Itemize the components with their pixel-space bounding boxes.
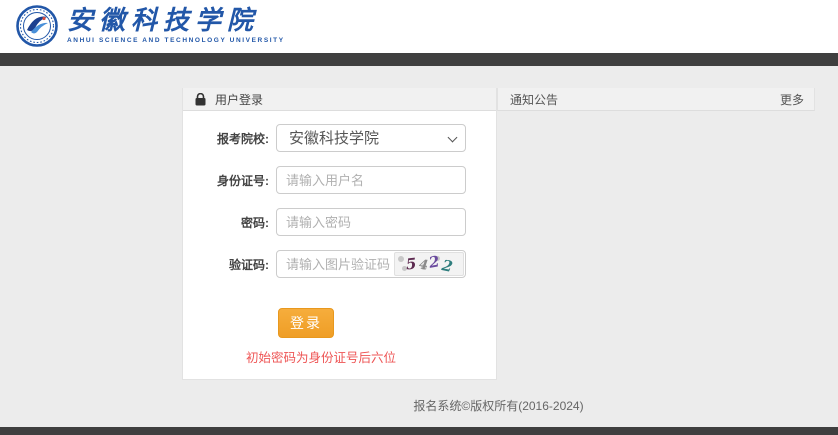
captcha-label: 验证码: (183, 256, 269, 273)
form-row-password: 密码: (183, 208, 496, 236)
password-input[interactable] (276, 208, 466, 236)
bottom-bar (0, 427, 838, 435)
notice-panel: 通知公告 更多 (497, 88, 815, 111)
login-panel-title: 用户登录 (215, 91, 263, 108)
notice-more-link[interactable]: 更多 (780, 91, 804, 108)
university-name-en: ANHUI SCIENCE AND TECHNOLOGY UNIVERSITY (67, 37, 285, 44)
form-row-school: 报考院校: 安徽科技学院 (183, 124, 496, 152)
captcha-noise-dot (398, 256, 404, 262)
school-select[interactable]: 安徽科技学院 (276, 124, 466, 152)
username-input[interactable] (276, 166, 466, 194)
initial-password-hint: 初始密码为身份证号后六位 (246, 347, 496, 366)
notice-panel-title: 通知公告 (510, 91, 558, 108)
captcha-char: 5 (405, 256, 417, 272)
lock-icon (195, 93, 206, 106)
university-name-zh: 安徽科技学院 (67, 7, 285, 35)
captcha-char: 2 (440, 258, 453, 275)
id-number-label: 身份证号: (183, 172, 269, 189)
login-panel-header: 用户登录 (183, 88, 496, 111)
top-nav-bar (0, 53, 838, 66)
captcha-image[interactable]: 5 4 2 2 (394, 252, 464, 276)
university-logo: 安徽科技学院 ANHUI SCIENCE AND TECHNOLOGY UNIV… (16, 5, 285, 47)
login-panel: 用户登录 报考院校: 安徽科技学院 身份证号: 密码: 验证码: (182, 88, 497, 380)
university-emblem-icon (16, 5, 58, 47)
form-row-id-number: 身份证号: (183, 166, 496, 194)
school-label: 报考院校: (183, 130, 269, 147)
copyright-text: 报名系统©版权所有(2016-2024) (182, 397, 815, 414)
login-form: 报考院校: 安徽科技学院 身份证号: 密码: 验证码: (183, 111, 496, 366)
notice-panel-header: 通知公告 更多 (497, 88, 815, 111)
login-button[interactable]: 登录 (278, 308, 334, 338)
password-label: 密码: (183, 214, 269, 231)
site-header: 安徽科技学院 ANHUI SCIENCE AND TECHNOLOGY UNIV… (0, 0, 838, 53)
form-row-captcha: 验证码: 5 4 2 2 (183, 250, 496, 278)
